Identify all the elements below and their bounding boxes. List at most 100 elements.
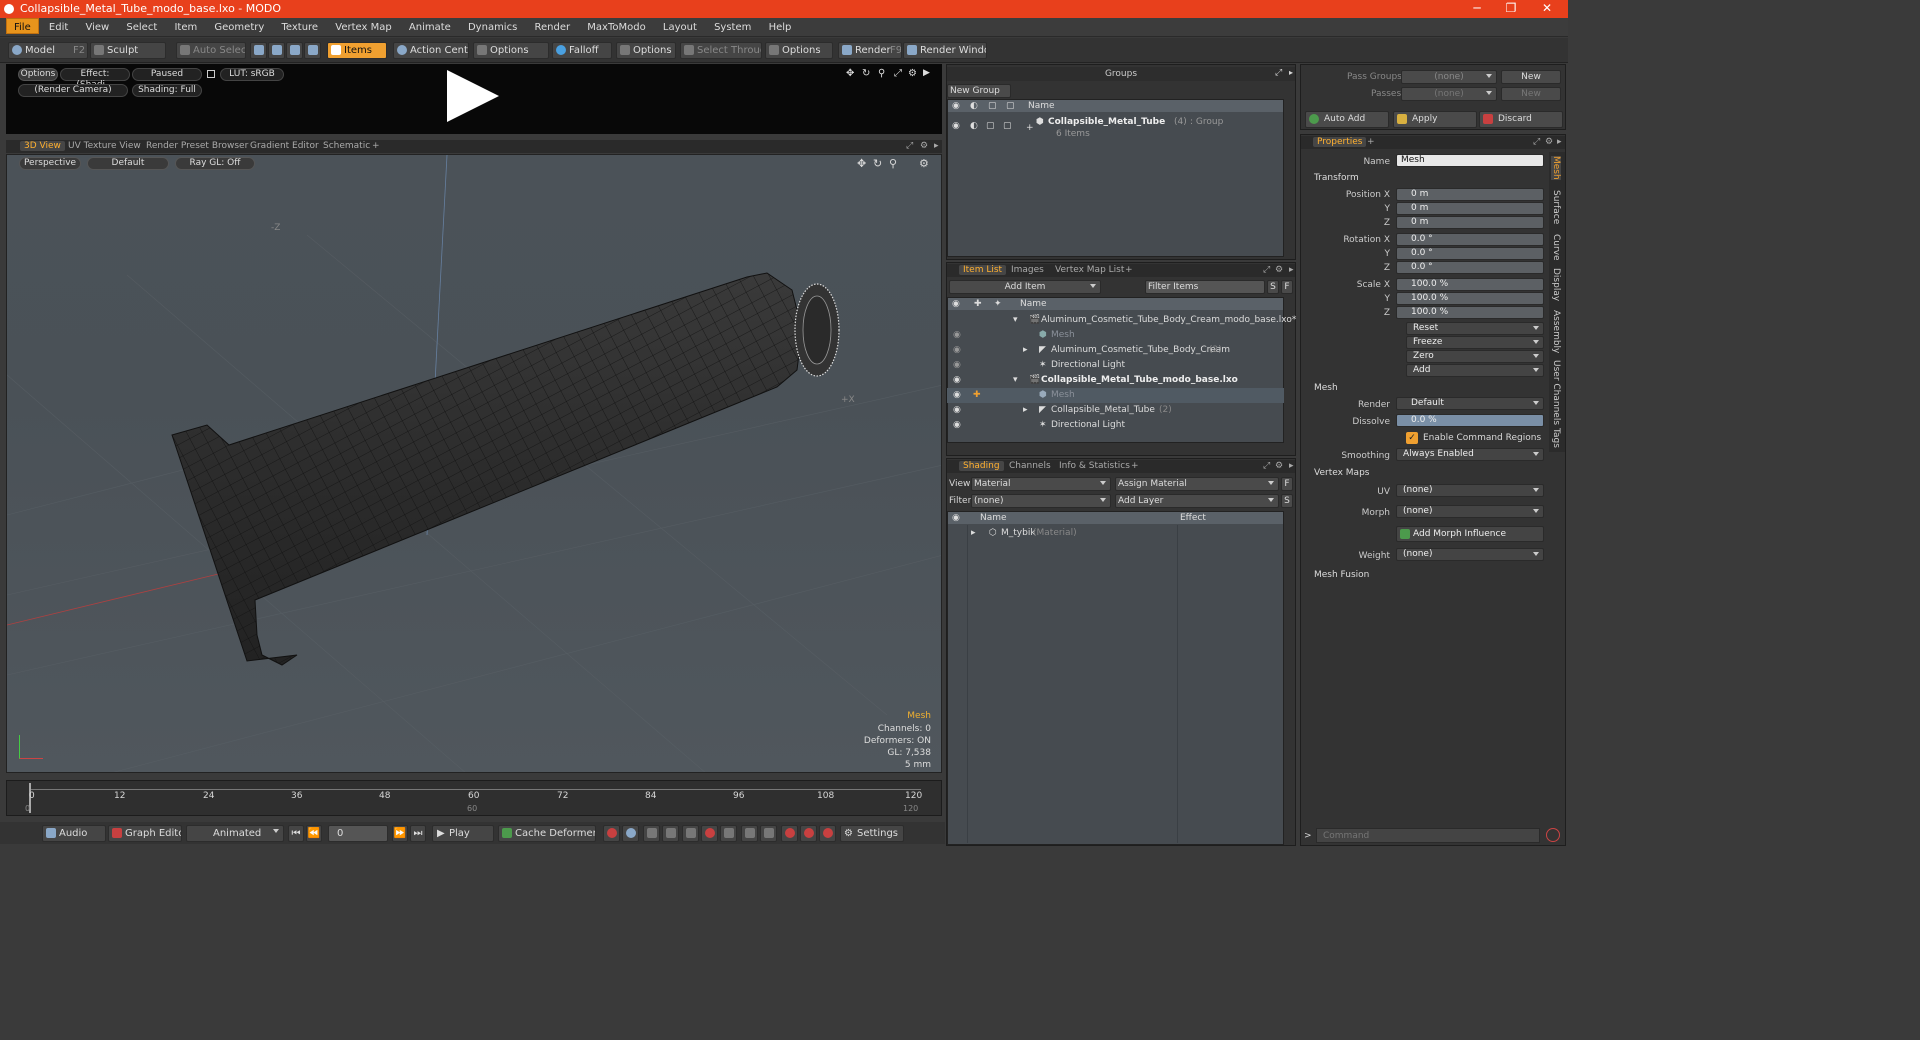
passes-dropdown[interactable]: (none): [1401, 87, 1497, 101]
eye-icon[interactable]: ◉: [953, 388, 961, 403]
tab-shading[interactable]: Shading: [959, 461, 1004, 471]
prev-frame-button[interactable]: ⏪: [306, 825, 322, 842]
delete-key-button[interactable]: [819, 825, 836, 842]
tab-schematic[interactable]: Schematic: [323, 141, 370, 151]
list-item-light-active[interactable]: ◉ ✶ Directional Light: [947, 418, 1284, 433]
tab-info-statistics[interactable]: Info & Statistics: [1059, 461, 1130, 471]
eye-icon[interactable]: ◉: [953, 403, 961, 418]
list-item-group-active[interactable]: ◉ ▸ ◤ Collapsible_Metal_Tube (2): [947, 403, 1284, 418]
cache-deformers-button[interactable]: Cache Deformers: [498, 825, 596, 842]
falloff-button[interactable]: Falloff: [552, 42, 612, 59]
morph-dropdown[interactable]: (none): [1396, 505, 1544, 518]
mesh-section[interactable]: Mesh: [1314, 383, 1338, 393]
menu-dynamics[interactable]: Dynamics: [461, 19, 524, 33]
gear-icon[interactable]: ⚙: [1545, 137, 1553, 147]
eye-icon[interactable]: ◉: [952, 298, 960, 310]
gear-icon[interactable]: ⚙: [919, 157, 929, 170]
list-item-light[interactable]: ◉ ✶ Directional Light: [947, 358, 1284, 373]
tab-gradient-editor[interactable]: Gradient Editor: [250, 141, 319, 151]
preview-lut-dropdown[interactable]: LUT: sRGB: [220, 68, 284, 81]
transform-section[interactable]: Transform: [1314, 173, 1359, 183]
tab-render-preset-browser[interactable]: Render Preset Browser: [146, 141, 248, 151]
preview-paused-button[interactable]: Paused: [132, 68, 202, 81]
menu-view[interactable]: View: [78, 19, 116, 33]
menu-system[interactable]: System: [707, 19, 758, 33]
eye-icon[interactable]: ◉: [953, 418, 961, 433]
freeze-dropdown[interactable]: Freeze: [1406, 336, 1544, 349]
arrow-icon[interactable]: ▸: [1557, 137, 1562, 147]
render-window-button[interactable]: Render Window: [903, 42, 987, 59]
menu-item[interactable]: Item: [167, 19, 204, 33]
rotate-icon[interactable]: ↻: [862, 68, 870, 79]
timeline[interactable]: 0 12 24 36 48 60 72 84 96 108 120 0 60 1…: [6, 780, 942, 816]
lock-icon[interactable]: ✚: [974, 298, 982, 310]
render-icon[interactable]: ◐: [970, 100, 978, 112]
go-end-button[interactable]: ⏭: [410, 825, 426, 842]
rotation-x-field[interactable]: 0.0 °: [1396, 233, 1544, 246]
restore-icon[interactable]: ❐: [1494, 0, 1528, 18]
preview-effect-dropdown[interactable]: Effect: (Shadi...: [60, 68, 130, 90]
list-item-scene-active[interactable]: ◉ ▾ 🎬 Collapsible_Metal_Tube_modo_base.lxo: [947, 373, 1284, 388]
assign-material-dropdown[interactable]: Assign Material: [1115, 477, 1279, 491]
auto-select-button[interactable]: Auto Select: [176, 42, 246, 59]
gear-icon[interactable]: ⚙: [920, 141, 928, 151]
menu-file[interactable]: File: [6, 18, 39, 34]
mesh-fusion-section[interactable]: Mesh Fusion: [1314, 570, 1369, 580]
add-morph-influence-button[interactable]: Add Morph Influence: [1396, 526, 1544, 542]
tab-3d-view[interactable]: 3D View: [20, 141, 65, 151]
new-pass-button[interactable]: New: [1501, 87, 1561, 101]
auto-key-button[interactable]: [682, 825, 699, 842]
select-icon[interactable]: ▢: [1006, 100, 1015, 112]
eye-icon[interactable]: ◉: [952, 119, 960, 134]
side-tab-surface[interactable]: Surface: [1551, 190, 1561, 224]
position-z-field[interactable]: 0 m: [1396, 216, 1544, 229]
list-item-scene[interactable]: ▾ 🎬 Aluminum_Cosmetic_Tube_Body_Cream_modo…: [947, 313, 1296, 328]
default-style-dropdown[interactable]: Default: [87, 157, 169, 170]
maximize-icon[interactable]: ⤢: [1263, 461, 1270, 471]
lock-icon[interactable]: ▢: [988, 100, 997, 112]
f-button[interactable]: F: [1281, 280, 1293, 294]
perspective-dropdown[interactable]: Perspective: [19, 157, 81, 170]
material-row[interactable]: ▸ ⬡ M_tybik (Material): [947, 526, 1284, 541]
menu-vertex-map[interactable]: Vertex Map: [328, 19, 398, 33]
filter-items-input[interactable]: Filter Items: [1145, 280, 1265, 294]
menu-render[interactable]: Render: [527, 19, 577, 33]
eye-icon[interactable]: ◉: [953, 373, 961, 388]
select-vertices-button[interactable]: [250, 42, 267, 59]
animated-dropdown[interactable]: Animated: [186, 825, 284, 842]
tab-images[interactable]: Images: [1011, 265, 1044, 275]
add-layer-dropdown[interactable]: Add Layer: [1115, 494, 1279, 508]
maximize-icon[interactable]: ⤢: [1275, 68, 1282, 78]
scale-x-field[interactable]: 100.0 %: [1396, 278, 1544, 291]
scale-y-field[interactable]: 100.0 %: [1396, 292, 1544, 305]
pin-icon[interactable]: ✚: [973, 388, 981, 403]
side-tab-assembly[interactable]: Assembly: [1551, 310, 1561, 353]
menu-maxtomodo[interactable]: MaxToModo: [580, 19, 652, 33]
select-materials-button[interactable]: [304, 42, 321, 59]
render-icon[interactable]: ◐: [970, 119, 978, 134]
prev-key-button[interactable]: [643, 825, 660, 842]
eye-icon[interactable]: ◉: [953, 328, 961, 343]
vertex-maps-section[interactable]: Vertex Maps: [1314, 468, 1369, 478]
eye-icon[interactable]: ◉: [953, 343, 961, 358]
maximize-icon[interactable]: ⤢: [906, 141, 913, 151]
menu-texture[interactable]: Texture: [274, 19, 325, 33]
axis-icon[interactable]: ✦: [994, 298, 1002, 310]
menu-edit[interactable]: Edit: [42, 19, 75, 33]
dissolve-field[interactable]: 0.0 %: [1396, 414, 1544, 427]
expand-icon[interactable]: ▸: [971, 526, 976, 541]
tab-item-list[interactable]: Item List: [959, 265, 1007, 275]
checkbox-icon[interactable]: ▢: [1003, 119, 1012, 134]
scale-z-field[interactable]: 100.0 %: [1396, 306, 1544, 319]
s-button[interactable]: S: [1281, 494, 1293, 508]
side-tab-tags[interactable]: Tags: [1551, 428, 1561, 448]
zero-dropdown[interactable]: Zero: [1406, 350, 1544, 363]
position-y-field[interactable]: 0 m: [1396, 202, 1544, 215]
collapse-icon[interactable]: ▾: [1013, 313, 1018, 328]
prev-keyframe-button[interactable]: [741, 825, 758, 842]
add-dropdown[interactable]: Add: [1406, 364, 1544, 377]
arrow-icon[interactable]: ▸: [934, 141, 939, 151]
menu-geometry[interactable]: Geometry: [207, 19, 271, 33]
tab-channels[interactable]: Channels: [1009, 461, 1051, 471]
rotation-y-field[interactable]: 0.0 °: [1396, 247, 1544, 260]
